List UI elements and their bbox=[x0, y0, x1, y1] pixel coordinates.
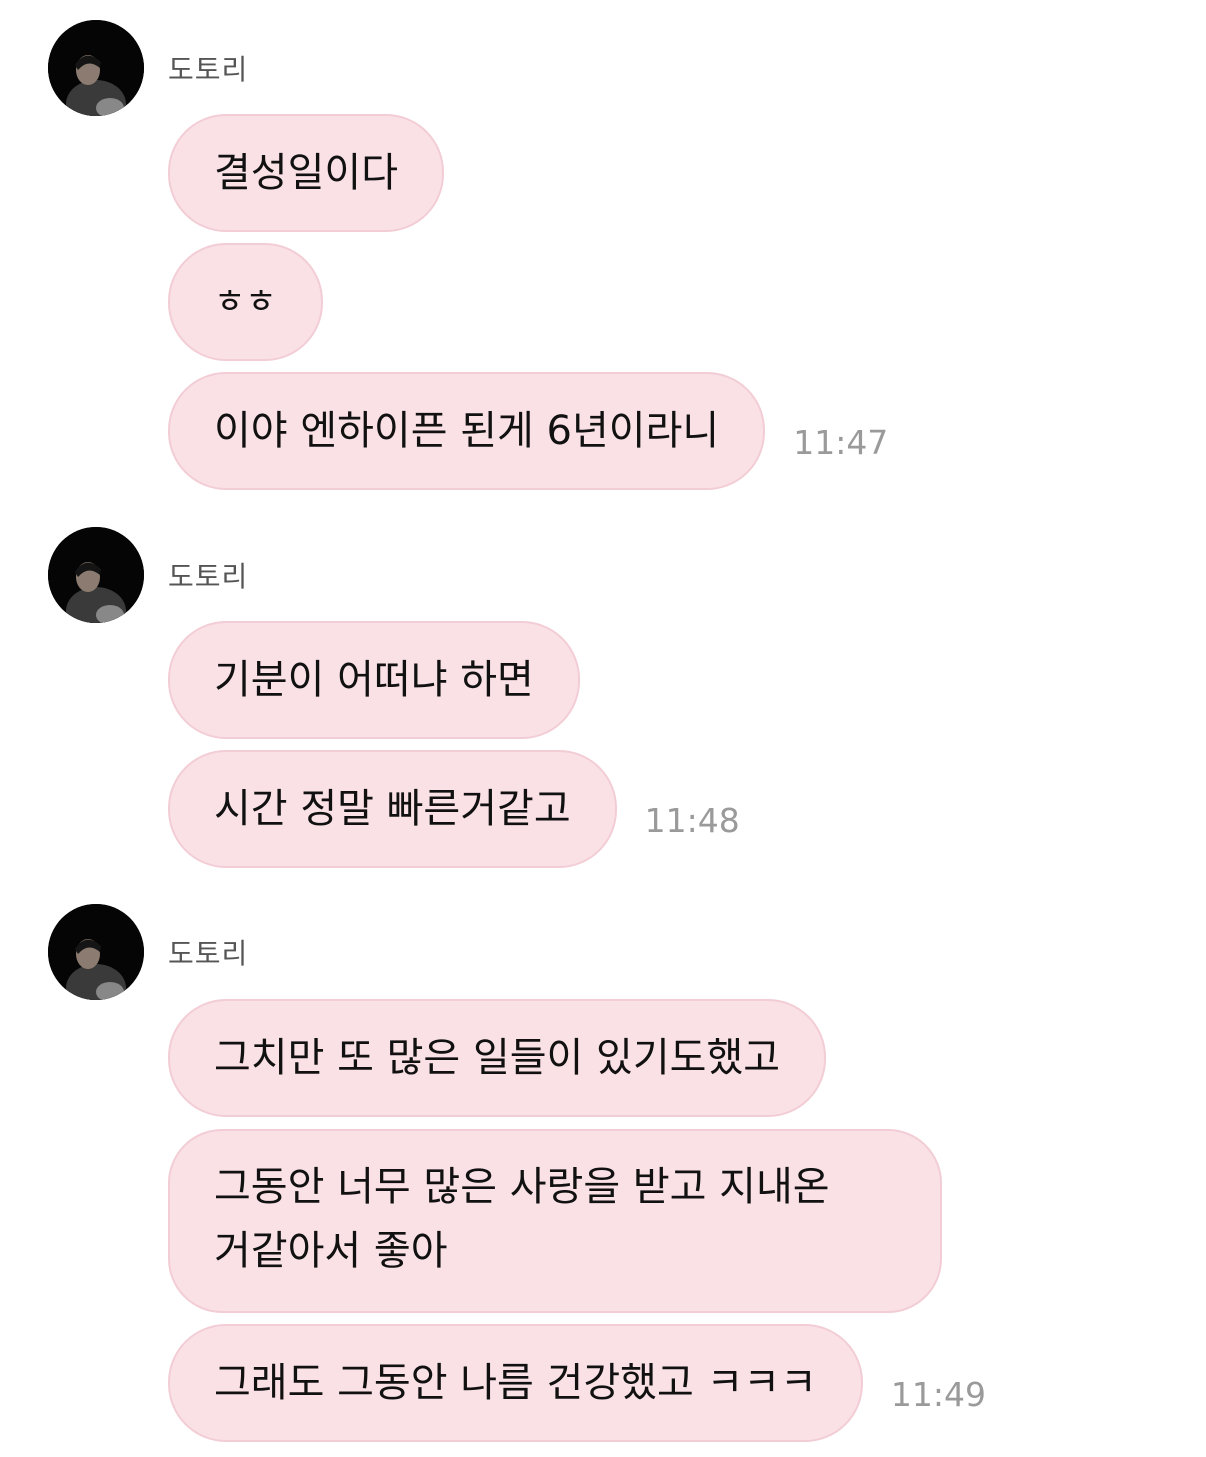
avatar[interactable] bbox=[48, 527, 144, 623]
message-row: 그동안 너무 많은 사랑을 받고 지내온 거같아서 좋아 bbox=[168, 1129, 942, 1313]
message-row: 결성일이다 bbox=[168, 114, 444, 232]
message-timestamp: 11:48 bbox=[644, 801, 740, 840]
message-line: 그동안 너무 많은 사랑을 받고 지내온 bbox=[214, 1164, 830, 1210]
message-row: ㅎㅎ bbox=[168, 243, 323, 361]
message-timestamp: 11:49 bbox=[890, 1375, 986, 1414]
message-timestamp: 11:47 bbox=[793, 423, 889, 462]
message-bubble[interactable]: 그래도 그동안 나름 건강했고 ㅋㅋㅋ bbox=[168, 1324, 863, 1442]
message-bubble[interactable]: 기분이 어떠냐 하면 bbox=[168, 621, 580, 739]
message-row: 시간 정말 빠른거같고 11:48 bbox=[168, 750, 740, 868]
sender-name: 도토리 bbox=[168, 560, 249, 593]
message-bubble[interactable]: 그치만 또 많은 일들이 있기도했고 bbox=[168, 999, 827, 1117]
profile-photo-icon bbox=[48, 904, 144, 1000]
sender-name: 도토리 bbox=[168, 937, 249, 970]
message-row: 이야 엔하이픈 된게 6년이라니 11:47 bbox=[168, 372, 888, 490]
sender-name: 도토리 bbox=[168, 53, 249, 86]
message-bubble[interactable]: 그동안 너무 많은 사랑을 받고 지내온 거같아서 좋아 bbox=[168, 1129, 942, 1313]
profile-photo-icon bbox=[48, 20, 144, 116]
message-row: 그래도 그동안 나름 건강했고 ㅋㅋㅋ 11:49 bbox=[168, 1324, 986, 1442]
message-bubble[interactable]: 결성일이다 bbox=[168, 114, 444, 232]
avatar[interactable] bbox=[48, 904, 144, 1000]
message-row: 기분이 어떠냐 하면 bbox=[168, 621, 580, 739]
message-line: 거같아서 좋아 bbox=[214, 1228, 448, 1274]
message-bubble[interactable]: 이야 엔하이픈 된게 6년이라니 bbox=[168, 372, 766, 490]
avatar[interactable] bbox=[48, 20, 144, 116]
message-bubble[interactable]: 시간 정말 빠른거같고 bbox=[168, 750, 617, 868]
message-bubble[interactable]: ㅎㅎ bbox=[168, 243, 323, 361]
message-row: 그치만 또 많은 일들이 있기도했고 bbox=[168, 999, 827, 1117]
profile-photo-icon bbox=[48, 527, 144, 623]
